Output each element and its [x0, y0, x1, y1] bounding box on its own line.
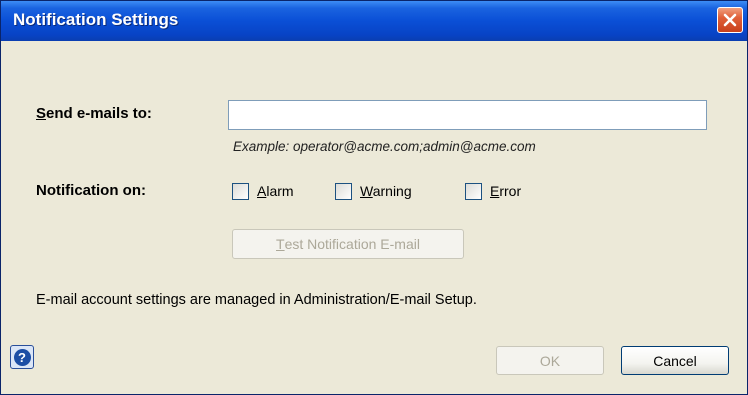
close-icon: [723, 13, 737, 27]
alarm-checkbox[interactable]: Alarm: [232, 181, 294, 201]
dialog-title: Notification Settings: [13, 10, 179, 29]
title-bar[interactable]: Notification Settings: [1, 1, 747, 41]
send-emails-label: Send e-mails to:: [36, 105, 152, 122]
test-mnemonic: T: [276, 236, 285, 252]
error-label-text: rror: [499, 183, 522, 199]
notification-settings-dialog: Notification Settings Send e-mails to: E…: [0, 0, 748, 395]
error-checkbox-box[interactable]: [465, 182, 482, 200]
email-recipients-input[interactable]: [228, 100, 707, 130]
warning-checkbox[interactable]: Warning: [335, 181, 412, 201]
alarm-label-text: larm: [266, 183, 294, 199]
warning-checkbox-label: Warning: [360, 183, 412, 199]
close-button[interactable]: [717, 7, 743, 33]
notification-on-label: Notification on:: [36, 182, 146, 199]
account-settings-info: E-mail account settings are managed in A…: [36, 292, 477, 308]
error-checkbox[interactable]: Error: [465, 181, 521, 201]
help-button[interactable]: ?: [10, 345, 34, 369]
test-notification-email-button[interactable]: Test Notification E-mail: [232, 229, 464, 259]
ok-button[interactable]: OK: [496, 346, 604, 375]
send-label-text: end e-mails to:: [46, 105, 152, 122]
alarm-mnemonic: A: [257, 183, 267, 199]
cancel-button[interactable]: Cancel: [621, 346, 729, 375]
alarm-checkbox-box[interactable]: [232, 182, 249, 200]
send-label-mnemonic: S: [36, 105, 47, 122]
warning-label-text: arning: [372, 183, 412, 199]
alarm-checkbox-label: Alarm: [257, 183, 294, 199]
warning-checkbox-box[interactable]: [335, 182, 352, 200]
error-mnemonic: E: [490, 183, 500, 199]
help-icon: ?: [13, 348, 31, 366]
warning-mnemonic: W: [360, 183, 373, 199]
error-checkbox-label: Error: [490, 183, 521, 199]
example-text: Example: operator@acme.com;admin@acme.co…: [233, 139, 536, 154]
test-button-label: est Notification E-mail: [284, 236, 420, 252]
